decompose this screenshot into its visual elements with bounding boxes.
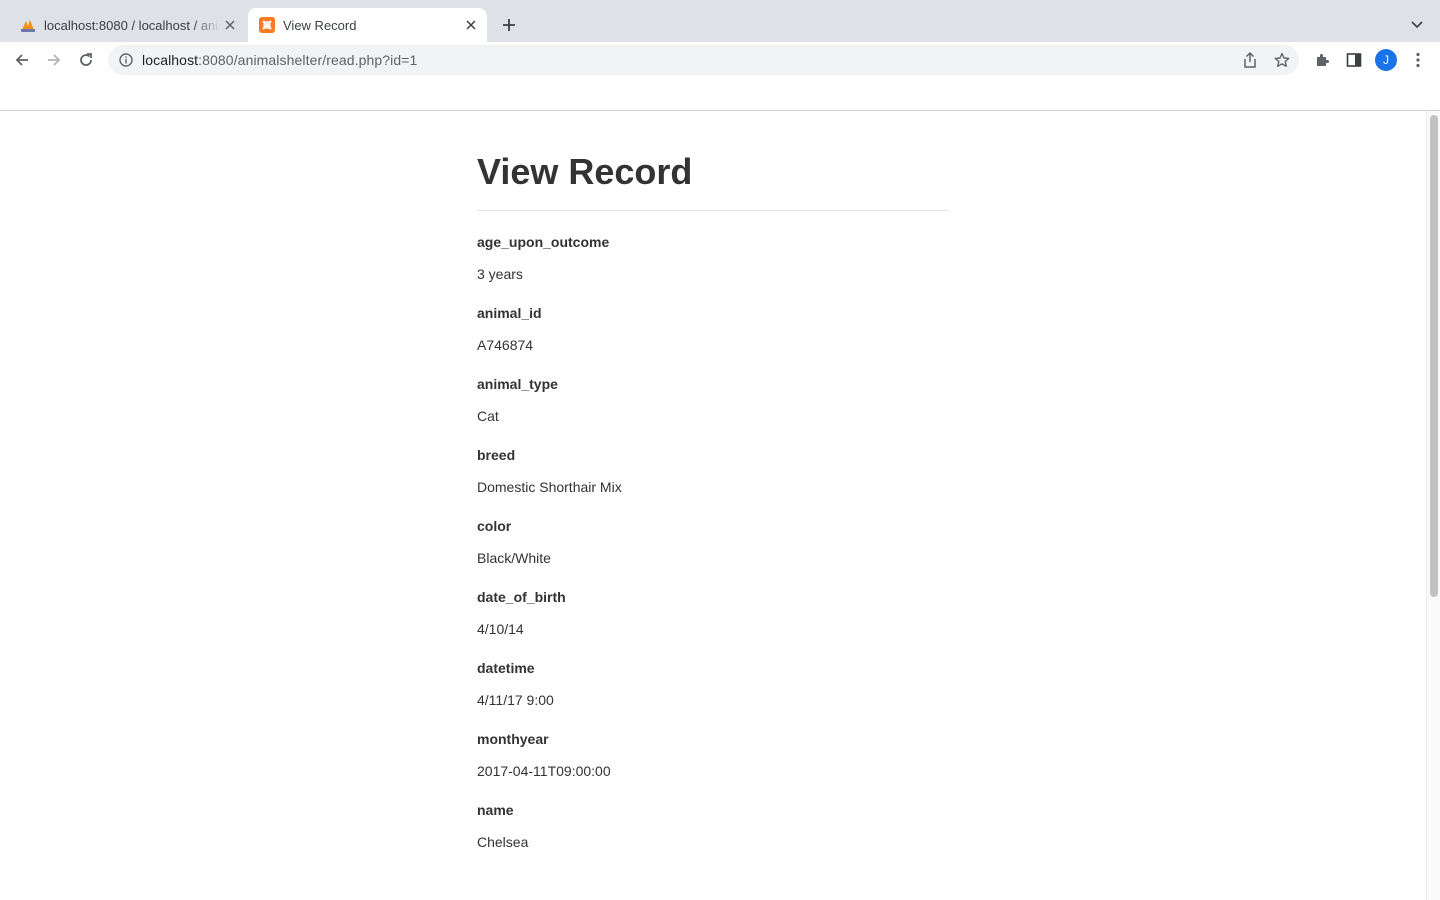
new-tab-button[interactable] <box>498 14 520 36</box>
info-icon[interactable] <box>118 52 134 68</box>
address-bar[interactable]: localhost:8080/animalshelter/read.php?id… <box>108 45 1299 75</box>
url-path: :8080/animalshelter/read.php?id=1 <box>198 52 418 68</box>
puzzle-icon <box>1317 54 1329 66</box>
phpmyadmin-icon <box>20 17 36 33</box>
share-icon[interactable] <box>1239 49 1261 71</box>
xampp-icon <box>259 17 275 33</box>
side-panel-button[interactable] <box>1342 48 1366 72</box>
reload-button[interactable] <box>74 48 98 72</box>
field-value: Chelsea <box>477 834 529 850</box>
browser-toolbar: localhost:8080/animalshelter/read.php?id… <box>0 42 1440 78</box>
record-container: View Record age_upon_outcome 3 years ani… <box>477 111 948 872</box>
field-label: date_of_birth <box>477 589 566 605</box>
record-field: animal_type Cat <box>477 375 948 425</box>
url-text: localhost:8080/animalshelter/read.php?id… <box>142 52 417 68</box>
tab-search-button[interactable] <box>1406 14 1428 36</box>
field-value: Domestic Shorthair Mix <box>477 479 622 495</box>
page-viewport: View Record age_upon_outcome 3 years ani… <box>0 111 1426 900</box>
tab-title: View Record <box>283 17 357 33</box>
field-value: Cat <box>477 408 499 424</box>
url-host: localhost <box>142 52 199 68</box>
tab-view-record[interactable]: View Record <box>248 8 487 42</box>
arrow-right-icon <box>48 54 61 66</box>
plus-icon <box>503 19 515 31</box>
scrollbar-thumb[interactable] <box>1430 115 1438 597</box>
field-label: color <box>477 518 512 534</box>
record-field: date_of_birth 4/10/14 <box>477 588 948 638</box>
bookmark-star-icon[interactable] <box>1271 49 1293 71</box>
side-panel-icon <box>1346 53 1362 67</box>
close-tab-icon[interactable] <box>220 15 240 35</box>
field-value: 2017-04-11T09:00:00 <box>477 763 611 779</box>
title-divider <box>477 210 948 211</box>
record-field: animal_id A746874 <box>477 304 948 354</box>
close-tab-icon[interactable] <box>461 15 481 35</box>
tab-title: localhost:8080 / localhost / animalshelt… <box>44 17 220 33</box>
field-value: 4/10/14 <box>477 621 524 637</box>
field-label: name <box>477 802 514 818</box>
tab-strip: localhost:8080 / localhost / animalshelt… <box>0 0 1440 42</box>
tab-phpmyadmin[interactable]: localhost:8080 / localhost / animalshelt… <box>8 8 246 42</box>
field-label: animal_id <box>477 305 542 321</box>
field-label: datetime <box>477 660 535 676</box>
record-field: breed Domestic Shorthair Mix <box>477 446 948 496</box>
record-field: color Black/White <box>477 517 948 567</box>
reload-icon <box>80 53 92 66</box>
kebab-menu-icon <box>1416 52 1420 68</box>
field-label: monthyear <box>477 731 549 747</box>
field-value: 4/11/17 9:00 <box>477 692 554 708</box>
field-label: animal_type <box>477 376 558 392</box>
page-title: View Record <box>477 151 693 192</box>
record-field: name Chelsea <box>477 801 948 851</box>
field-label: breed <box>477 447 516 463</box>
record-field: monthyear 2017-04-11T09:00:00 <box>477 730 948 780</box>
menu-button[interactable] <box>1406 48 1430 72</box>
field-value: A746874 <box>477 337 534 353</box>
record-field: datetime 4/11/17 9:00 <box>477 659 948 709</box>
field-value: 3 years <box>477 266 523 282</box>
back-button[interactable] <box>10 48 34 72</box>
chevron-down-icon <box>1411 21 1423 29</box>
field-label: age_upon_outcome <box>477 234 610 250</box>
extensions-button[interactable] <box>1310 48 1334 72</box>
record-field: age_upon_outcome 3 years <box>477 233 948 283</box>
page-scrollbar[interactable] <box>1426 111 1440 900</box>
forward-button[interactable] <box>42 48 66 72</box>
profile-avatar[interactable]: J <box>1375 49 1397 71</box>
field-value: Black/White <box>477 550 551 566</box>
arrow-left-icon <box>15 54 28 66</box>
